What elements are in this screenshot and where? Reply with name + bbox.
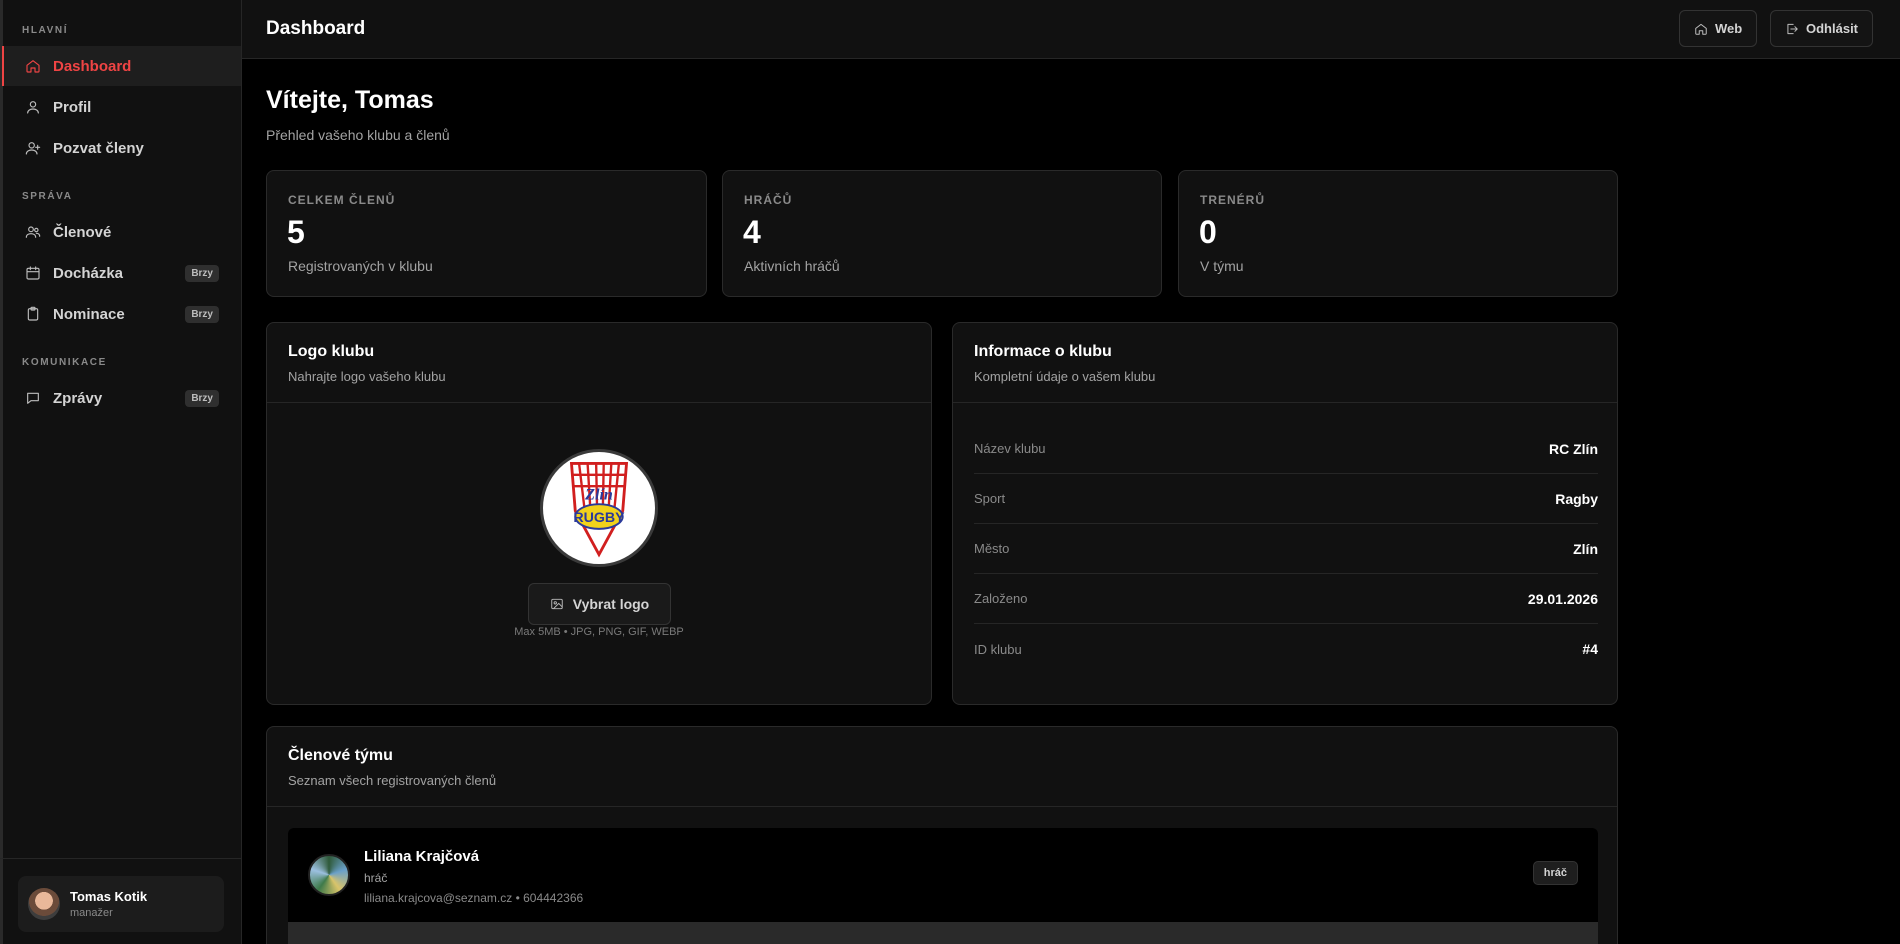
user-role: manažer [70,907,113,919]
info-row: Sport Ragby [974,474,1598,524]
choose-logo-label: Vybrat logo [572,596,650,612]
info-row: ID klubu #4 [974,624,1598,674]
welcome-title: Vítejte, Tomas [266,86,434,114]
stat-value: 0 [1199,214,1217,250]
logout-icon [1787,23,1798,34]
top-header: Dashboard Web Odhlásit [242,0,1900,59]
sidebar-item-profil[interactable]: Profil [2,87,241,127]
nav-section-manage: SPRÁVA [22,191,73,202]
sidebar-item-dashboard[interactable]: Dashboard [2,46,241,86]
sidebar-footer: Tomas Kotik manažer [0,858,242,944]
info-value: RC Zlín [1549,440,1598,457]
club-logo-image: Zlín RUGBY [569,461,629,558]
soon-badge: Brzy [185,389,219,407]
card-header: Informace o klubu Kompletní údaje o vaše… [953,323,1617,403]
logo-hint: Max 5MB • JPG, PNG, GIF, WEBP [514,626,684,638]
stat-desc: Aktivních hráčů [744,258,840,274]
message-icon [25,390,41,406]
info-row: Město Zlín [974,524,1598,574]
sidebar-item-invite[interactable]: Pozvat členy [2,128,241,168]
app: HLAVNÍ Dashboard Profil Pozvat členy SPR… [0,0,1900,944]
card-title: Členové týmu [288,747,393,764]
stat-desc: V týmu [1200,258,1244,274]
nav-section-main: HLAVNÍ [22,25,69,36]
nav-section-communication: KOMUNIKACE [22,357,107,368]
card-subtitle: Kompletní údaje o vašem klubu [974,369,1156,384]
choose-logo-button[interactable]: Vybrat logo [528,583,671,625]
card-subtitle: Seznam všech registrovaných členů [288,773,497,788]
member-name: Liliana Krajčová [364,848,480,865]
info-key: Sport [974,491,1006,506]
info-key: Město [974,541,1010,556]
users-icon [25,224,41,240]
calendar-icon [25,265,41,281]
club-logo: Zlín RUGBY [540,449,658,567]
stat-value: 4 [743,214,761,250]
sidebar-item-nominations[interactable]: Nominace Brzy [2,294,241,334]
member-role: hráč [364,871,388,885]
info-key: Název klubu [974,441,1046,456]
stat-card-members: CELKEM ČLENŮ 5 Registrovaných v klubu [266,170,707,297]
card-header: Členové týmu Seznam všech registrovaných… [267,727,1617,807]
user-icon [25,99,41,115]
user-name: Tomas Kotik [70,889,148,904]
sidebar-item-label: Zprávy [53,389,103,407]
info-value: Zlín [1573,540,1598,557]
member-details-bar [288,922,1598,944]
sidebar-item-attendance[interactable]: Docházka Brzy [2,253,241,293]
info-row: Založeno 29.01.2026 [974,574,1598,624]
sidebar-item-label: Dashboard [53,57,132,75]
home-icon [25,58,41,74]
sidebar-item-label: Docházka [53,264,124,282]
home-icon [1695,23,1707,35]
sidebar: HLAVNÍ Dashboard Profil Pozvat členy SPR… [0,0,242,944]
card-title: Logo klubu [288,343,375,360]
svg-text:Zlín: Zlín [584,486,613,503]
image-icon [551,598,563,610]
stat-label: HRÁČŮ [744,193,793,207]
member-role-badge: hráč [1532,861,1578,885]
stat-card-players: HRÁČŮ 4 Aktivních hráčů [722,170,1162,297]
avatar [28,888,60,920]
info-value: 29.01.2026 [1527,590,1598,607]
sidebar-item-label: Nominace [53,305,125,323]
info-row: Název klubu RC Zlín [974,424,1598,474]
sidebar-item-label: Členové [53,223,112,241]
stat-value: 5 [287,214,305,250]
stat-label: CELKEM ČLENŮ [288,193,396,207]
info-key: Založeno [974,591,1028,606]
soon-badge: Brzy [185,264,219,282]
logout-button[interactable]: Odhlásit [1770,10,1874,47]
logo-card: Logo klubu Nahrajte logo vašeho klubu Zl… [266,322,932,705]
info-value: Ragby [1555,490,1598,507]
member-avatar [308,854,350,896]
member-list-item[interactable]: Liliana Krajčová hráč liliana.krajcova@s… [288,828,1598,922]
info-value: #4 [1582,641,1598,657]
club-info-card: Informace o klubu Kompletní údaje o vaše… [952,322,1618,705]
sidebar-item-label: Pozvat členy [53,139,144,157]
logout-button-label: Odhlásit [1806,21,1859,36]
member-contact: liliana.krajcova@seznam.cz • 604442366 [364,891,584,905]
clipboard-icon [25,306,41,322]
card-subtitle: Nahrajte logo vašeho klubu [288,369,446,384]
user-card[interactable]: Tomas Kotik manažer [18,876,224,932]
stat-label: TRENÉRŮ [1200,193,1266,207]
sidebar-item-messages[interactable]: Zprávy Brzy [2,378,241,418]
web-button[interactable]: Web [1679,10,1758,47]
sidebar-item-members[interactable]: Členové [2,212,241,252]
info-key: ID klubu [974,641,1022,657]
team-members-card: Členové týmu Seznam všech registrovaných… [266,726,1618,944]
web-button-label: Web [1715,21,1743,36]
user-plus-icon [25,140,41,156]
svg-text:RUGBY: RUGBY [573,510,625,526]
sidebar-item-label: Profil [53,98,92,116]
stat-card-coaches: TRENÉRŮ 0 V týmu [1178,170,1618,297]
soon-badge: Brzy [185,305,219,323]
stat-desc: Registrovaných v klubu [288,258,433,274]
welcome-subtitle: Přehled vašeho klubu a členů [266,127,450,143]
card-title: Informace o klubu [974,343,1112,360]
page-title: Dashboard [266,18,366,39]
card-header: Logo klubu Nahrajte logo vašeho klubu [267,323,931,403]
